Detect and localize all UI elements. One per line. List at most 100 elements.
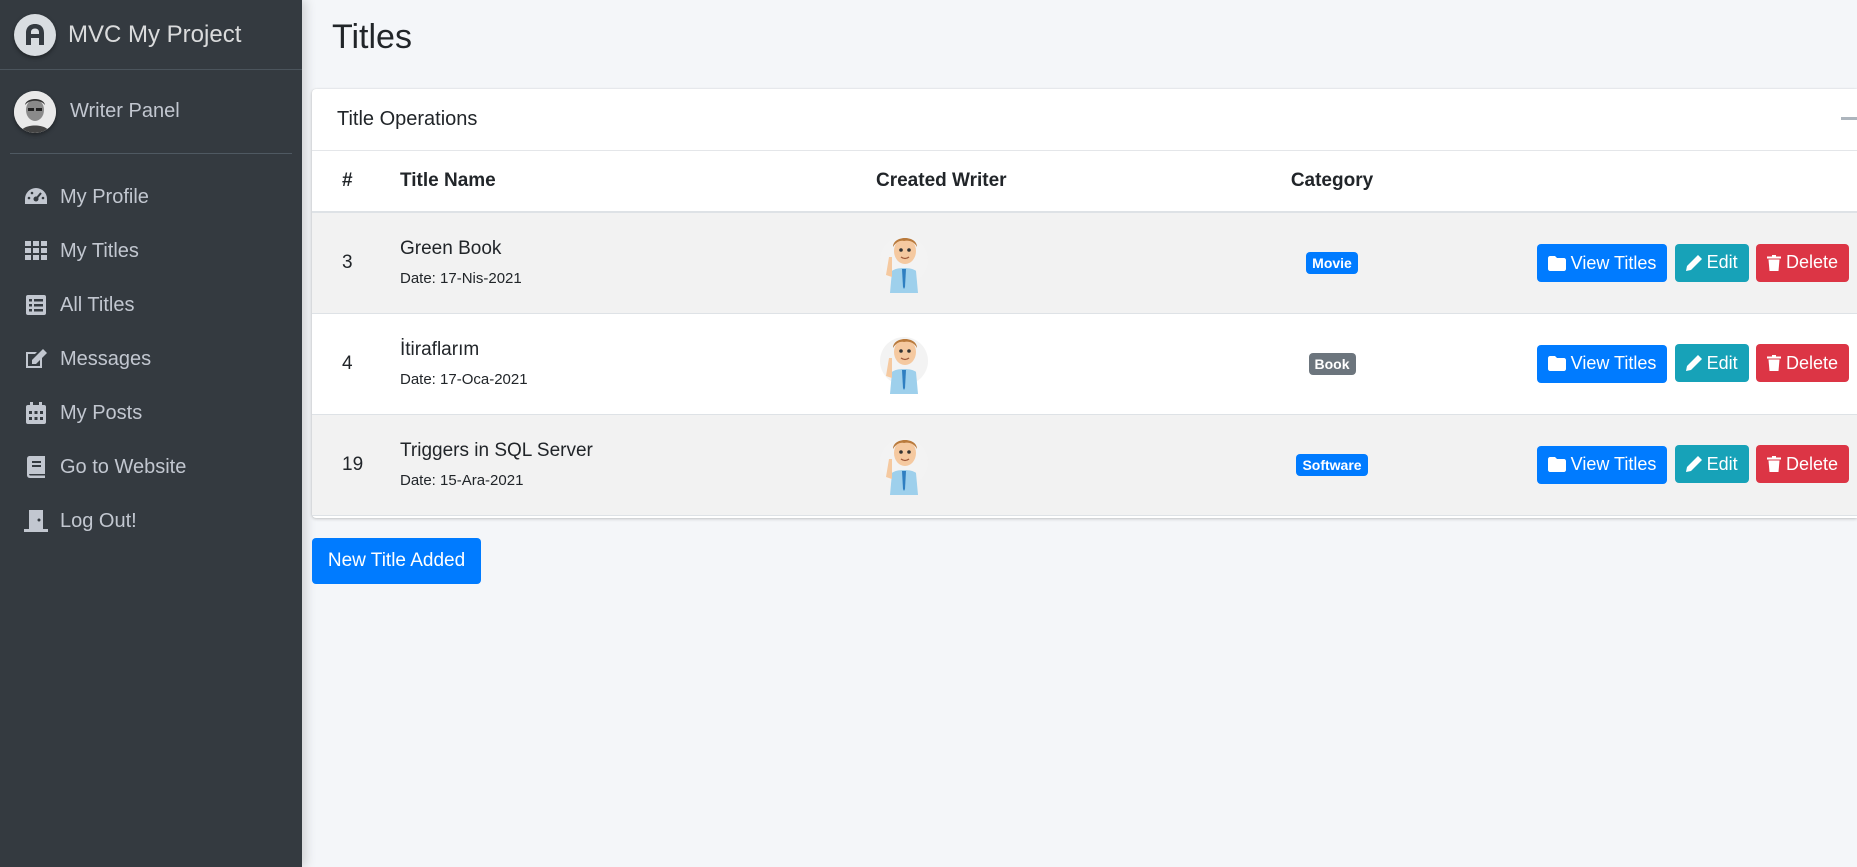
book-icon	[22, 453, 50, 481]
delete-label: Delete	[1785, 252, 1838, 272]
sidebar-item-label: My Profile	[60, 185, 149, 208]
writer-avatar	[880, 235, 928, 293]
row-category-cell: Movie	[1272, 212, 1392, 313]
row-title-name: Triggers in SQL Server	[400, 440, 593, 461]
sidebar-item-label: Log Out!	[60, 509, 137, 532]
delete-label: Delete	[1785, 453, 1838, 474]
edit-icon	[22, 345, 50, 373]
edit-button[interactable]: Edit	[1674, 243, 1749, 282]
content-wrapper: Titles Title Operations # Title Name Cre…	[302, 0, 1857, 867]
table-header-row: # Title Name Created Writer Category	[312, 151, 1857, 212]
user-avatar	[14, 90, 56, 133]
row-title-cell: Green Book Date: 17-Nis-2021	[400, 212, 876, 313]
column-header-actions	[1392, 151, 1857, 212]
row-title-date: Date: 17-Oca-2021	[400, 371, 528, 388]
sidebar-item-messages[interactable]: Messages	[0, 332, 302, 386]
sidebar-item-label: Go to Website	[60, 455, 187, 478]
pencil-icon	[1685, 456, 1702, 473]
view-titles-button[interactable]: View Titles	[1536, 445, 1668, 484]
sidebar-item-my-titles[interactable]: My Titles	[0, 224, 302, 278]
column-header-created-writer: Created Writer	[876, 170, 1007, 191]
table-row: 3 Green Book Date: 17-Nis-2021 Movie Vie…	[312, 212, 1857, 313]
edit-label: Edit	[1706, 352, 1738, 373]
row-title-cell: İtiraflarım Date: 17-Oca-2021	[400, 313, 876, 414]
row-title-name: İtiraflarım	[400, 339, 480, 360]
trash-icon	[1766, 254, 1781, 271]
row-id: 3	[342, 251, 353, 273]
sidebar-item-my-posts[interactable]: My Posts	[0, 386, 302, 440]
new-title-button[interactable]: New Title Added	[312, 538, 481, 584]
card-header: Title Operations	[312, 89, 1857, 151]
table-row: 19 Triggers in SQL Server Date: 15-Ara-2…	[312, 414, 1857, 515]
row-title-cell: Triggers in SQL Server Date: 15-Ara-2021	[400, 414, 876, 515]
row-id: 19	[342, 453, 364, 475]
column-header-number: #	[342, 170, 353, 191]
brand-logo-icon	[14, 13, 56, 56]
row-category-cell: Book	[1272, 313, 1392, 414]
row-title-name: Green Book	[400, 238, 502, 260]
view-titles-label: View Titles	[1570, 353, 1657, 374]
row-actions: View Titles Edit Delete	[1392, 414, 1857, 515]
view-titles-label: View Titles	[1570, 252, 1657, 273]
trash-icon	[1766, 456, 1781, 473]
trash-icon	[1766, 355, 1781, 372]
table-row: 4 İtiraflarım Date: 17-Oca-2021 Book Vie…	[312, 313, 1857, 414]
list-icon	[22, 291, 50, 319]
titles-table: # Title Name Created Writer Category 3 G…	[312, 151, 1857, 516]
delete-label: Delete	[1785, 352, 1838, 373]
column-header-category: Category	[1290, 170, 1374, 191]
calendar-icon	[22, 399, 50, 427]
writer-avatar	[880, 336, 928, 394]
brand-title: MVC My Project	[68, 20, 242, 48]
row-actions: View Titles Edit Delete	[1392, 313, 1857, 414]
edit-button[interactable]: Edit	[1674, 445, 1749, 484]
sidebar-item-all-titles[interactable]: All Titles	[0, 278, 302, 332]
category-badge: Software	[1296, 453, 1368, 476]
edit-label: Edit	[1706, 252, 1738, 272]
title-operations-card: Title Operations # Title Name Created Wr…	[312, 89, 1857, 518]
delete-button[interactable]: Delete	[1755, 344, 1849, 383]
door-icon	[22, 507, 50, 535]
sidebar: MVC My Project Writer Panel My Profile M…	[0, 0, 302, 867]
row-category-cell: Software	[1272, 414, 1392, 515]
row-id: 4	[342, 352, 353, 374]
folder-icon	[1547, 255, 1566, 271]
sidebar-item-go-to-website[interactable]: Go to Website	[0, 440, 302, 494]
card-title: Title Operations	[337, 108, 478, 130]
view-titles-button[interactable]: View Titles	[1536, 244, 1668, 282]
row-actions: View Titles Edit Delete	[1392, 212, 1857, 313]
pencil-icon	[1685, 254, 1702, 271]
row-writer-cell	[876, 313, 1272, 414]
sidebar-item-my-profile[interactable]: My Profile	[0, 170, 302, 224]
row-writer-cell	[876, 212, 1272, 313]
column-header-title-name: Title Name	[400, 170, 496, 191]
page-title: Titles	[332, 18, 412, 56]
collapse-minus-icon[interactable]	[1841, 117, 1857, 120]
brand-link[interactable]: MVC My Project	[0, 0, 302, 70]
edit-label: Edit	[1706, 453, 1738, 474]
writer-avatar	[880, 437, 928, 495]
sidebar-item-label: All Titles	[60, 293, 135, 316]
category-badge: Movie	[1306, 251, 1358, 274]
sidebar-item-log-out[interactable]: Log Out!	[0, 494, 302, 548]
grid-icon	[22, 237, 50, 265]
dashboard-icon	[22, 183, 50, 211]
user-panel[interactable]: Writer Panel	[10, 70, 292, 154]
edit-button[interactable]: Edit	[1674, 344, 1749, 383]
sidebar-item-label: My Titles	[60, 239, 139, 262]
delete-button[interactable]: Delete	[1755, 445, 1849, 484]
row-title-date: Date: 15-Ara-2021	[400, 472, 524, 489]
sidebar-nav: My Profile My Titles All Titles Messages…	[0, 154, 302, 548]
category-badge: Book	[1308, 352, 1356, 375]
pencil-icon	[1685, 355, 1702, 372]
row-writer-cell	[876, 414, 1272, 515]
sidebar-item-label: Messages	[60, 347, 152, 370]
delete-button[interactable]: Delete	[1755, 243, 1849, 282]
folder-icon	[1547, 457, 1566, 473]
view-titles-button[interactable]: View Titles	[1536, 344, 1668, 383]
view-titles-label: View Titles	[1570, 454, 1657, 475]
sidebar-item-label: My Posts	[60, 401, 143, 424]
user-name: Writer Panel	[70, 100, 180, 122]
row-title-date: Date: 17-Nis-2021	[400, 270, 522, 288]
folder-icon	[1547, 356, 1566, 372]
